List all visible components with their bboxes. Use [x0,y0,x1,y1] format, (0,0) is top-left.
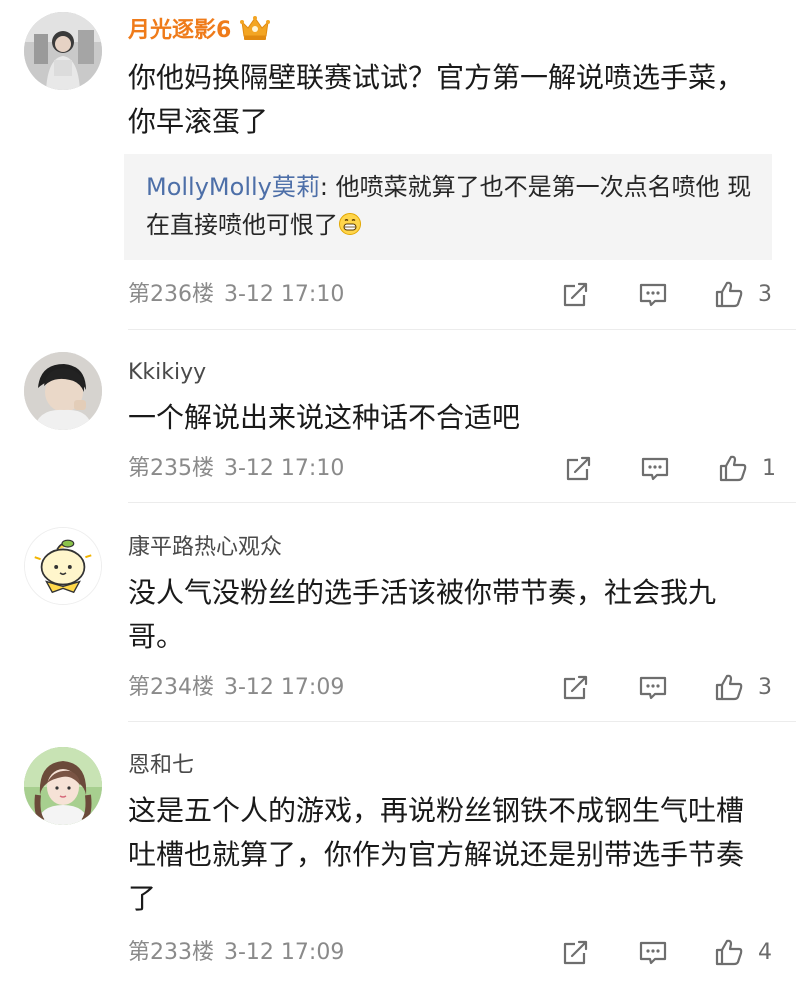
divider [128,721,796,722]
avatar-boy-photo-icon [24,352,102,430]
username[interactable]: 恩和七 [128,751,194,781]
like-icon[interactable] [714,672,744,702]
comment-text: 一个解说出来说这种话不合适吧 [128,401,521,434]
quote-colon: : [319,173,336,201]
like-icon[interactable] [714,937,744,967]
avatar[interactable] [24,747,102,825]
floor-number: 第233楼 [128,940,214,965]
share-icon[interactable] [560,938,590,968]
comment-item: 康平路热心观众 没人气没粉丝的选手活该被你带节奏，社会我九哥。 第234楼 3-1… [0,503,796,723]
comment-icon[interactable] [638,938,668,968]
comment-item: Kkikiyy 一个解说出来说这种话不合适吧 第235楼 3-12 17:10 1 [0,330,796,503]
quoted-reply[interactable]: MollyMolly莫莉: 他喷菜就算了也不是第一次点名喷他 现在直接喷他可恨了 [124,154,772,260]
like-icon[interactable] [718,453,748,483]
share-icon[interactable] [560,673,590,703]
floor-number: 第235楼 [128,456,214,481]
comment-icon[interactable] [640,454,670,484]
like-icon[interactable] [714,279,744,309]
floor-number: 第234楼 [128,675,214,700]
avatar-girl-portrait-icon [24,747,102,825]
username[interactable]: 月光逐影6 [128,14,271,46]
timestamp: 3-12 17:09 [224,675,345,700]
comment-item: 恩和七 这是五个人的游戏，再说粉丝钢铁不成钢生气吐槽吐槽也就算了，你作为官方解说… [0,723,796,1000]
crown-icon [239,14,271,42]
comment-icon[interactable] [638,280,668,310]
comment-meta: 第236楼 3-12 17:10 [128,280,344,310]
comment-icon[interactable] [638,673,668,703]
comment-text: 你他妈换隔壁联赛试试？官方第一解说喷选手菜，你早滚蛋了 [128,61,745,138]
username[interactable]: 康平路热心观众 [128,533,282,563]
grin-emoji-icon [338,212,362,236]
like-count: 1 [762,456,776,481]
share-icon[interactable] [560,280,590,310]
comment-text: 这是五个人的游戏，再说粉丝钢铁不成钢生气吐槽吐槽也就算了，你作为官方解说还是别带… [128,794,745,915]
share-icon[interactable] [563,454,593,484]
comment-item: 月光逐影6 你他妈换隔壁联赛试试？官方第一解说喷选手菜，你早滚蛋了 MollyM… [0,0,796,330]
quote-username[interactable]: MollyMolly莫莉 [146,173,320,201]
comment-text: 没人气没粉丝的选手活该被你带节奏，社会我九哥。 [128,576,717,653]
avatar[interactable] [24,12,102,90]
like-count: 4 [758,940,772,965]
comment-meta: 第233楼 3-12 17:09 [128,938,344,968]
comment-meta: 第235楼 3-12 17:10 [128,454,344,484]
like-count: 3 [758,282,772,307]
avatar[interactable] [24,352,102,430]
comment-meta: 第234楼 3-12 17:09 [128,673,344,703]
username[interactable]: Kkikiyy [128,358,206,388]
like-count: 3 [758,675,772,700]
avatar-cartoon-lemon-icon [25,528,101,604]
timestamp: 3-12 17:10 [224,456,345,481]
username-text[interactable]: 月光逐影6 [128,18,231,43]
avatar[interactable] [24,527,102,605]
timestamp: 3-12 17:10 [224,282,345,307]
floor-number: 第236楼 [128,282,214,307]
avatar-girl-photo-icon [24,12,102,90]
timestamp: 3-12 17:09 [224,940,345,965]
